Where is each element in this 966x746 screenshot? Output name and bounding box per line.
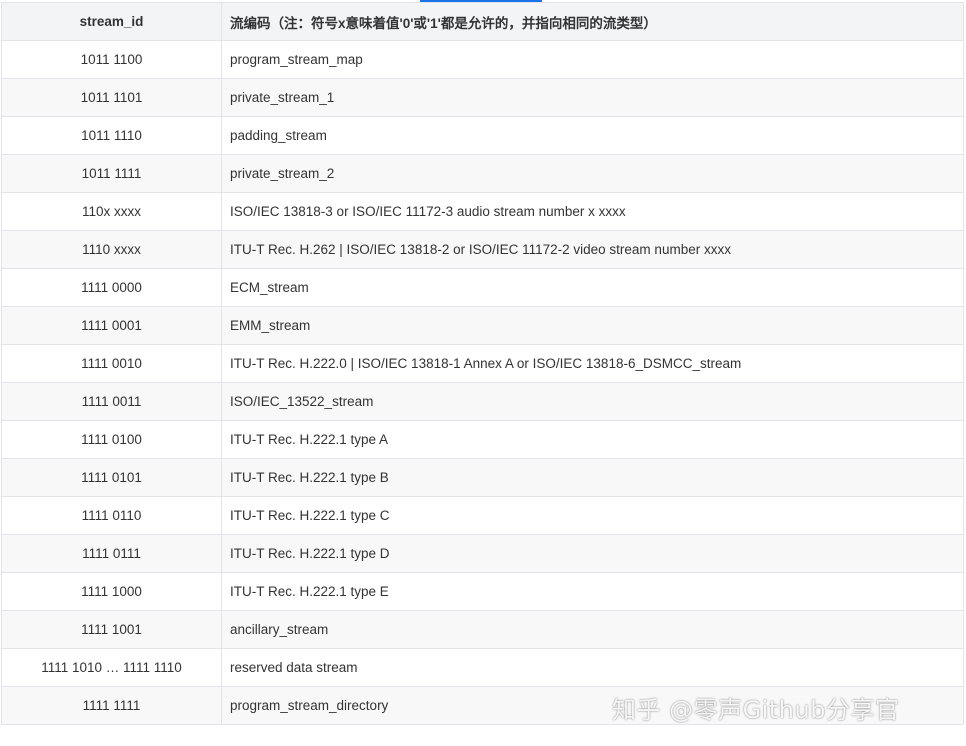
table-row: 1111 0111 ITU-T Rec. H.222.1 type D [1,534,964,573]
header-stream-id: stream_id [1,2,222,41]
table-row: 1011 1111 private_stream_2 [1,154,964,193]
table-row: 1111 0001 EMM_stream [1,306,964,345]
table-row: 1011 1101 private_stream_1 [1,78,964,117]
table-row: 1111 0110 ITU-T Rec. H.222.1 type C [1,496,964,535]
stream-id-cell: 1011 1110 [1,116,222,155]
header-row: stream_id 流编码（注：符号x意味着值'0'或'1'都是允许的，并指向相… [1,2,964,41]
stream-type-cell: padding_stream [221,116,964,155]
stream-id-cell: 1111 0010 [1,344,222,383]
header-stream-type: 流编码（注：符号x意味着值'0'或'1'都是允许的，并指向相同的流类型） [221,2,964,41]
stream-type-cell: ITU-T Rec. H.262 | ISO/IEC 13818-2 or IS… [221,230,964,269]
stream-id-cell: 1011 1101 [1,78,222,117]
stream-id-cell: 1111 0110 [1,496,222,535]
table-row: 1111 1111 program_stream_directory [1,686,964,725]
table-row: 1111 0010 ITU-T Rec. H.222.0 | ISO/IEC 13… [1,344,964,383]
table-body: 1011 1100 program_stream_map 1011 1101 priv… [1,40,964,725]
stream-id-cell: 1111 0000 [1,268,222,307]
stream-id-cell: 1011 1111 [1,154,222,193]
stream-type-cell: private_stream_2 [221,154,964,193]
stream-type-cell: private_stream_1 [221,78,964,117]
stream-type-cell: ancillary_stream [221,610,964,649]
stream-id-cell: 1111 1010 … 1111 1110 [1,648,222,687]
stream-type-cell: ITU-T Rec. H.222.1 type A [221,420,964,459]
table-row: 1111 1000 ITU-T Rec. H.222.1 type E [1,572,964,611]
table-header: stream_id 流编码（注：符号x意味着值'0'或'1'都是允许的，并指向相… [1,2,964,41]
stream-type-cell: ISO/IEC_13522_stream [221,382,964,421]
stream-id-cell: 1111 0001 [1,306,222,345]
stream-id-cell: 1111 0100 [1,420,222,459]
table-row: 1111 1010 … 1111 1110 reserved data strea… [1,648,964,687]
stream-id-cell: 1111 0111 [1,534,222,573]
stream-type-cell: ITU-T Rec. H.222.1 type B [221,458,964,497]
stream-id-cell: 1110 xxxx [1,230,222,269]
stream-type-cell: ITU-T Rec. H.222.1 type E [221,572,964,611]
table-row: 1111 1001 ancillary_stream [1,610,964,649]
table-row: 110x xxxx ISO/IEC 13818-3 or ISO/IEC 1117… [1,192,964,231]
table-row: 1111 0101 ITU-T Rec. H.222.1 type B [1,458,964,497]
stream-type-cell: ITU-T Rec. H.222.1 type D [221,534,964,573]
stream-type-cell: program_stream_map [221,40,964,79]
stream-id-cell: 1011 1100 [1,40,222,79]
stream-type-cell: ECM_stream [221,268,964,307]
stream-id-cell: 1111 0011 [1,382,222,421]
stream-id-cell: 110x xxxx [1,192,222,231]
stream-type-cell: EMM_stream [221,306,964,345]
table-row: 1111 0100 ITU-T Rec. H.222.1 type A [1,420,964,459]
stream-type-cell: ITU-T Rec. H.222.0 | ISO/IEC 13818-1 Ann… [221,344,964,383]
table-row: 1110 xxxx ITU-T Rec. H.262 | ISO/IEC 1381… [1,230,964,269]
stream-type-cell: ITU-T Rec. H.222.1 type C [221,496,964,535]
stream-id-table: stream_id 流编码（注：符号x意味着值'0'或'1'都是允许的，并指向相… [1,2,964,725]
table-row: 1111 0000 ECM_stream [1,268,964,307]
table-row: 1011 1100 program_stream_map [1,40,964,79]
stream-id-cell: 1111 1111 [1,686,222,725]
stream-type-cell: reserved data stream [221,648,964,687]
table-row: 1111 0011 ISO/IEC_13522_stream [1,382,964,421]
stream-type-cell: ISO/IEC 13818-3 or ISO/IEC 11172-3 audio… [221,192,964,231]
stream-type-cell: program_stream_directory [221,686,964,725]
table-row: 1011 1110 padding_stream [1,116,964,155]
stream-id-cell: 1111 1001 [1,610,222,649]
stream-id-cell: 1111 1000 [1,572,222,611]
stream-id-cell: 1111 0101 [1,458,222,497]
